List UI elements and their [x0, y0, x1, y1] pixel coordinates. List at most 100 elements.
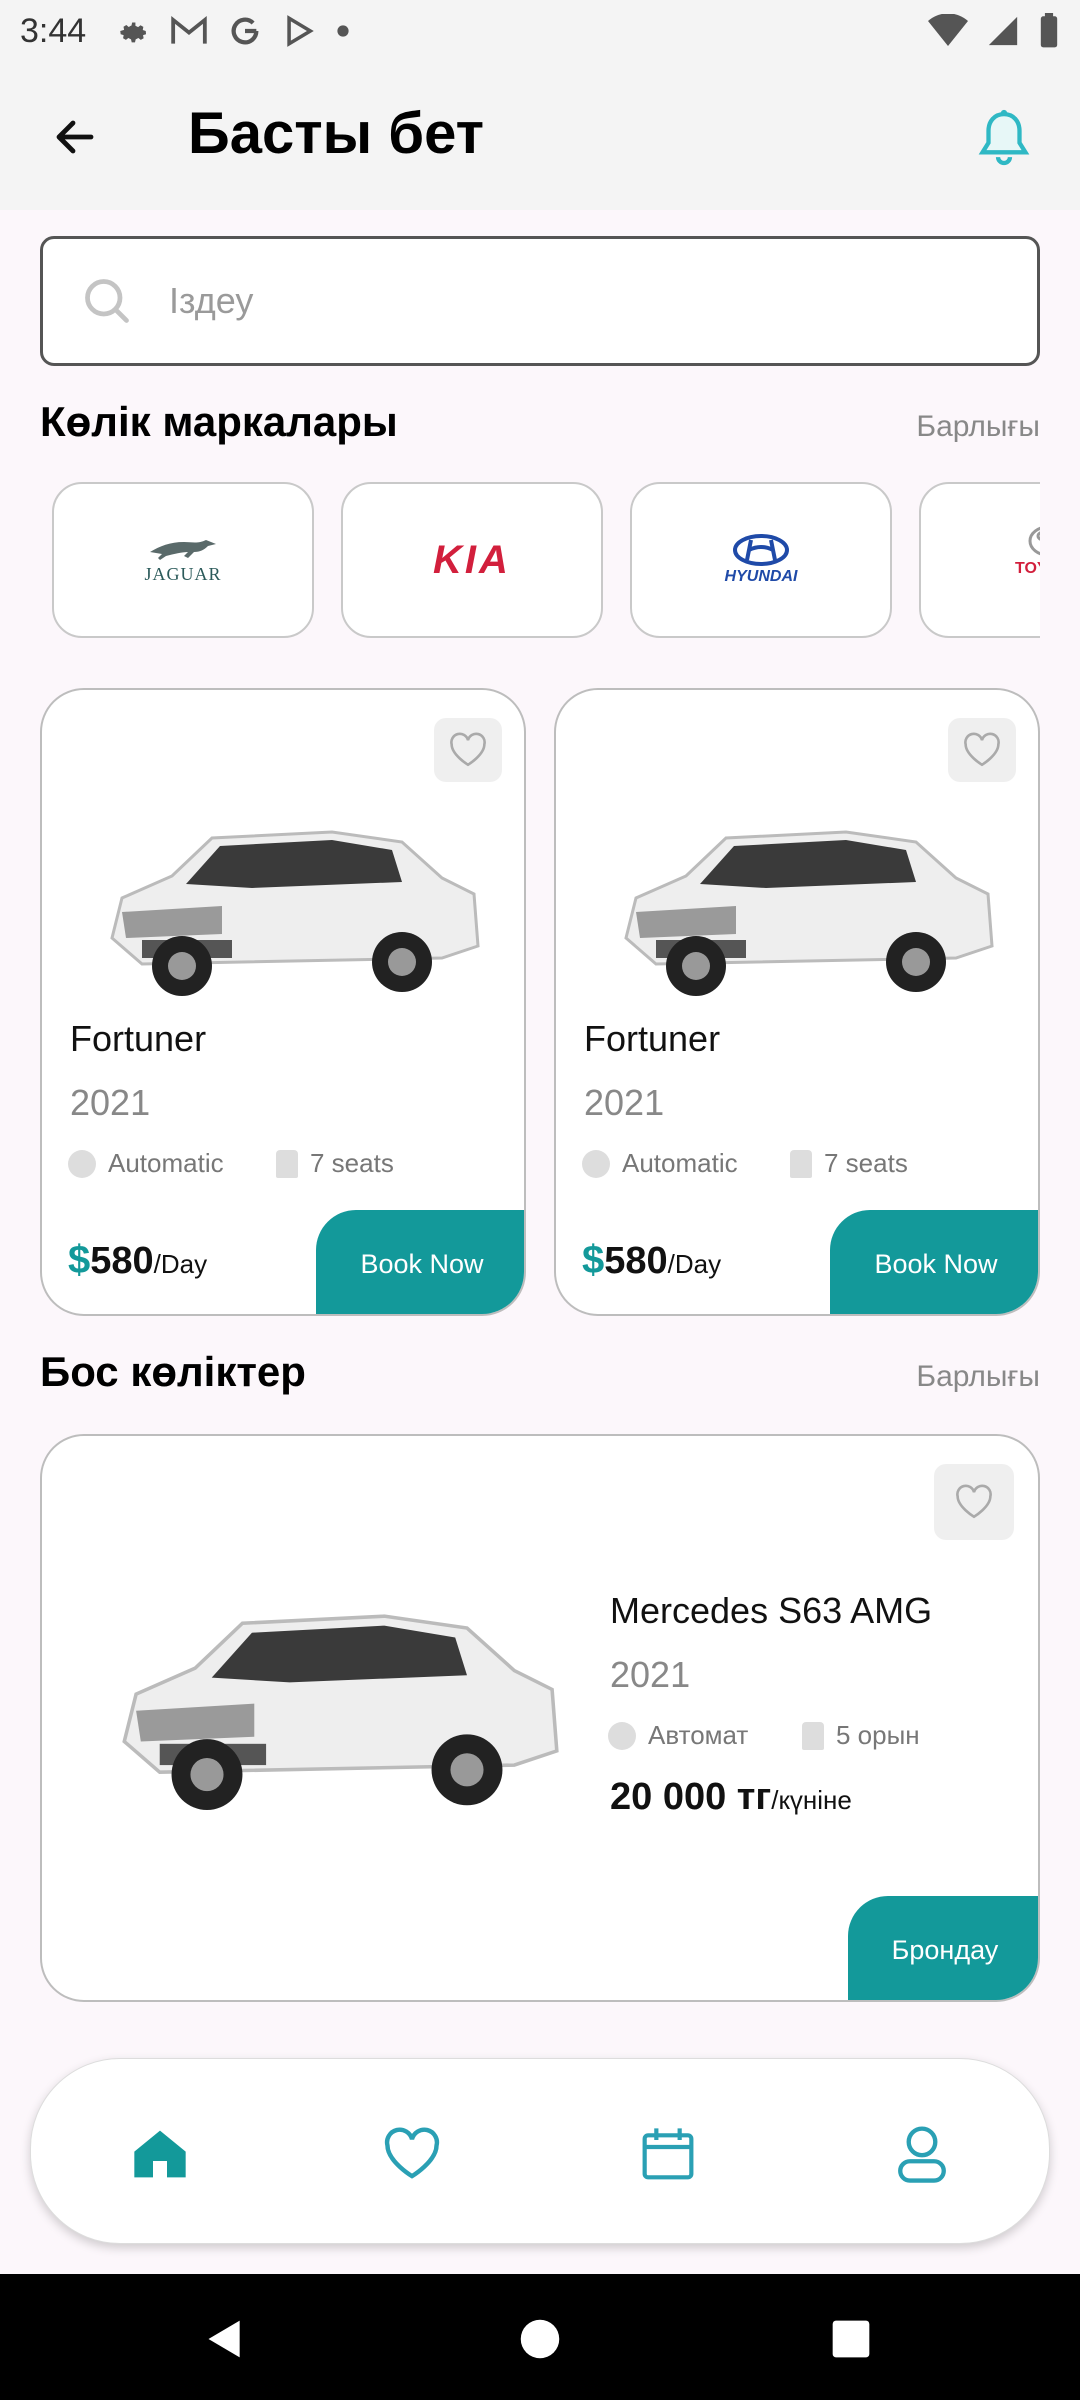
back-button[interactable] — [40, 102, 110, 172]
transmission-spec: Automatic — [582, 1148, 738, 1179]
car-image — [110, 830, 480, 996]
seats-label: 7 seats — [310, 1148, 394, 1178]
system-recents-button[interactable] — [826, 2314, 876, 2364]
price-currency: $ — [582, 1238, 605, 1282]
home-icon — [134, 2130, 186, 2178]
book-now-button[interactable]: Book Now — [316, 1210, 524, 1314]
wifi-icon — [928, 14, 968, 46]
brand-card-jaguar[interactable]: JAGUAR — [52, 482, 314, 638]
gmail-icon — [171, 15, 207, 44]
transmission-icon — [608, 1721, 636, 1750]
price-amount: 580 — [90, 1240, 154, 1282]
car-image — [122, 1614, 559, 1810]
dot-icon — [337, 25, 349, 37]
nav-profile[interactable] — [887, 2119, 957, 2189]
system-navigation-bar — [0, 2274, 1080, 2400]
hyundai-logo-icon — [732, 534, 789, 566]
car-name: Fortuner — [584, 1018, 721, 1059]
car-year: 2021 — [584, 1082, 665, 1123]
seat-icon — [276, 1149, 298, 1178]
available-section-title: Бос көліктер — [40, 1348, 306, 1395]
available-see-all-link[interactable]: Барлығы — [916, 1360, 1040, 1394]
status-time: 3:44 — [20, 11, 87, 50]
transmission-spec: Automatic — [68, 1148, 224, 1179]
favorite-button[interactable] — [434, 718, 502, 782]
signal-icon — [988, 16, 1018, 46]
transmission-label: Automatic — [108, 1148, 224, 1178]
app-bar: Басты бет — [0, 62, 1080, 210]
square-recents-icon — [832, 2320, 870, 2358]
google-icon — [231, 17, 259, 45]
heart-outline-icon — [964, 732, 1000, 767]
price-currency: $ — [68, 1238, 91, 1282]
favorite-button[interactable] — [934, 1464, 1014, 1540]
seats-label: 7 seats — [824, 1148, 908, 1178]
play-icon — [287, 15, 314, 47]
toyota-logo-icon — [1028, 526, 1040, 556]
brand-name-kia: KIA — [433, 537, 511, 582]
book-button[interactable]: Брондау — [848, 1896, 1038, 2000]
system-back-button[interactable] — [200, 2314, 250, 2364]
battery-icon — [1040, 13, 1058, 48]
calendar-icon — [642, 2128, 694, 2180]
car-price: 20 000 тг/күніне — [610, 1776, 852, 1819]
heart-outline-icon — [450, 732, 486, 767]
favorite-button[interactable] — [948, 718, 1016, 782]
transmission-label: Автомат — [648, 1720, 749, 1750]
search-input[interactable]: Іздеу — [40, 236, 1040, 366]
search-placeholder: Іздеу — [169, 280, 254, 321]
car-year: 2021 — [70, 1082, 151, 1123]
seats-spec: 7 seats — [276, 1148, 394, 1179]
seats-spec: 5 орын — [802, 1720, 920, 1751]
price-period: /Day — [667, 1249, 722, 1279]
price-period: /күніне — [771, 1785, 852, 1815]
brands-see-all-link[interactable]: Барлығы — [916, 410, 1040, 444]
status-bar: 3:44 — [0, 0, 1080, 62]
transmission-icon — [68, 1149, 96, 1178]
brands-section-title: Көлік маркалары — [40, 398, 398, 445]
seat-icon — [790, 1149, 812, 1178]
page-title: Басты бет — [188, 101, 484, 166]
price-amount: 580 — [604, 1240, 668, 1282]
brand-card-hyundai[interactable]: HYUNDAI — [630, 482, 892, 638]
car-price: $580/Day — [582, 1238, 721, 1283]
available-car-card[interactable]: Mercedes S63 AMG 2021 Автомат 5 орын 20 … — [40, 1434, 1040, 2002]
seats-spec: 7 seats — [790, 1148, 908, 1179]
brand-card-toyota[interactable]: TOYOTA — [919, 482, 1040, 638]
system-home-button[interactable] — [515, 2314, 565, 2364]
search-icon — [85, 279, 129, 323]
brand-name-toyota: TOYOTA — [1015, 560, 1040, 577]
seat-icon — [802, 1721, 824, 1750]
car-name: Mercedes S63 AMG — [610, 1590, 933, 1631]
profile-icon — [898, 2126, 946, 2183]
brand-name-hyundai: HYUNDAI — [724, 568, 798, 585]
price-period: /Day — [153, 1249, 208, 1279]
notifications-button[interactable] — [964, 98, 1044, 178]
transmission-label: Automatic — [622, 1148, 738, 1178]
car-year: 2021 — [610, 1654, 691, 1695]
nav-favorites[interactable] — [377, 2119, 447, 2189]
car-card[interactable]: Fortuner 2021 Automatic 7 seats $580/Day… — [40, 688, 526, 1316]
transmission-icon — [582, 1149, 610, 1178]
nav-bookings[interactable] — [633, 2119, 703, 2189]
heart-outline-icon — [956, 1484, 992, 1519]
brand-card-kia[interactable]: KIA — [341, 482, 603, 638]
triangle-back-icon — [208, 2320, 240, 2358]
price-amount: 20 000 тг — [610, 1776, 772, 1818]
brand-name-jaguar: JAGUAR — [144, 563, 222, 584]
gear-icon — [120, 22, 147, 43]
arrow-left-icon — [56, 120, 94, 154]
nav-home[interactable] — [125, 2119, 195, 2189]
car-image — [624, 830, 994, 996]
circle-home-icon — [520, 2319, 560, 2359]
bottom-navigation — [30, 2058, 1050, 2244]
car-price: $580/Day — [68, 1238, 207, 1283]
brands-carousel[interactable]: JAGUAR KIA HYUNDAI TOYOTA — [40, 472, 1040, 642]
book-now-button[interactable]: Book Now — [830, 1210, 1038, 1314]
car-name: Fortuner — [70, 1018, 207, 1059]
jaguar-leaper-icon — [149, 539, 216, 560]
transmission-spec: Автомат — [608, 1720, 748, 1751]
heart-icon — [384, 2127, 440, 2179]
seats-label: 5 орын — [836, 1720, 920, 1750]
car-card[interactable]: Fortuner 2021 Automatic 7 seats $580/Day… — [554, 688, 1040, 1316]
